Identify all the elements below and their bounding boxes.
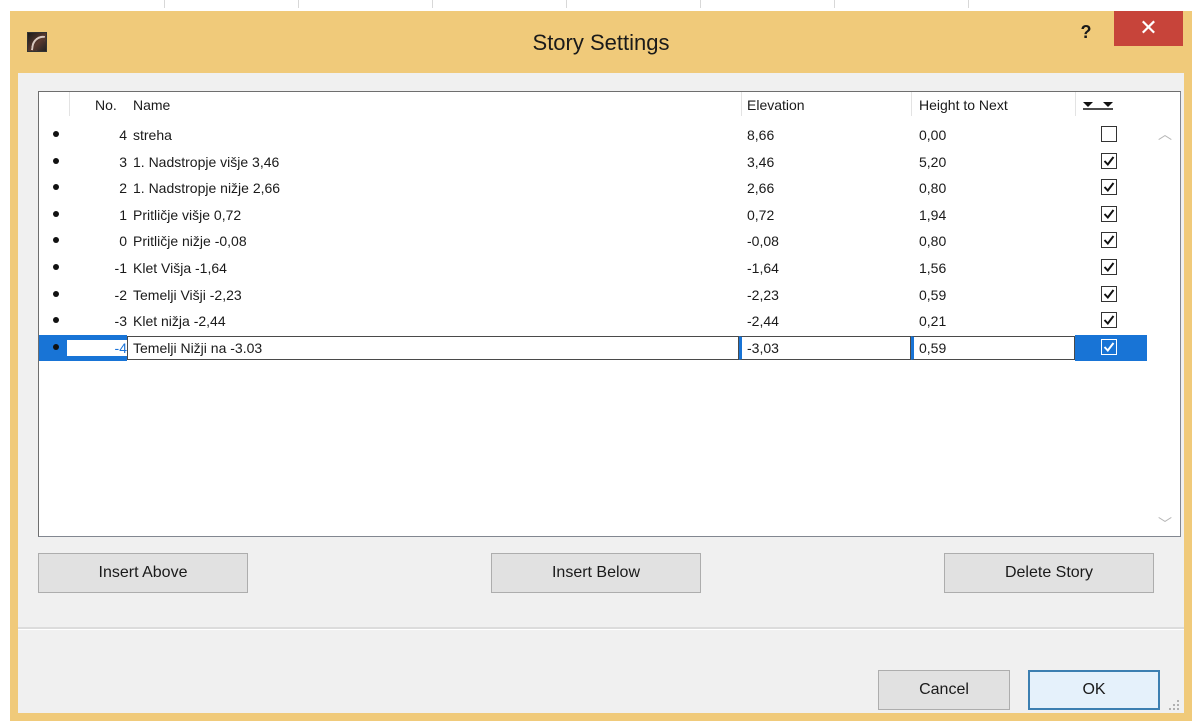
story-elevation[interactable]: -2,23 xyxy=(747,287,779,303)
table-row[interactable]: -1 Klet Višja -1,64 -1,64 1,56 xyxy=(39,255,1147,281)
story-bullet-icon xyxy=(53,264,59,270)
story-elevation[interactable]: -0,08 xyxy=(747,233,779,249)
story-number: 0 xyxy=(119,233,127,250)
table-row[interactable]: 3 1. Nadstropje višje 3,46 3,46 5,20 xyxy=(39,149,1147,175)
close-icon: ✕ xyxy=(1139,15,1158,40)
story-name[interactable]: Klet Višja -1,64 xyxy=(133,260,227,276)
story-number: 1 xyxy=(119,206,127,223)
story-table[interactable]: No. Name Elevation Height to Next 4 streh… xyxy=(38,91,1181,537)
story-height-to-next[interactable]: 0,80 xyxy=(919,233,946,249)
story-elevation[interactable]: -2,44 xyxy=(747,313,779,329)
background-tick xyxy=(164,0,165,8)
column-separator[interactable] xyxy=(911,92,912,116)
story-name[interactable]: Klet nižja -2,44 xyxy=(133,313,226,329)
story-name[interactable]: streha xyxy=(133,127,172,143)
insert-below-button[interactable]: Insert Below xyxy=(491,553,701,593)
story-name[interactable]: Pritličje višje 0,72 xyxy=(133,207,241,223)
story-number: -4 xyxy=(67,339,127,356)
show-story-checkbox[interactable] xyxy=(1101,152,1117,169)
show-all-toggle-icon[interactable] xyxy=(1081,98,1121,112)
dialog-body: No. Name Elevation Height to Next 4 streh… xyxy=(18,73,1184,713)
table-row[interactable]: 4 streha 8,66 0,00 xyxy=(39,122,1147,148)
show-story-checkbox[interactable] xyxy=(1101,232,1117,249)
header-elevation[interactable]: Elevation xyxy=(747,97,805,115)
background-tick xyxy=(700,0,701,8)
story-bullet-icon xyxy=(53,131,59,137)
story-name[interactable]: Pritličje nižje -0,08 xyxy=(133,233,247,249)
story-number: 3 xyxy=(119,153,127,170)
show-story-checkbox[interactable] xyxy=(1101,205,1117,222)
table-header: No. Name Elevation Height to Next xyxy=(39,92,1149,116)
story-height-to-next[interactable]: 0,59 xyxy=(919,287,946,303)
show-story-checkbox[interactable] xyxy=(1101,126,1117,142)
scroll-up-icon[interactable]: ︿ xyxy=(1158,124,1172,144)
story-name[interactable]: 1. Nadstropje višje 3,46 xyxy=(133,154,279,170)
show-story-checkbox[interactable] xyxy=(1101,312,1117,329)
delete-story-button[interactable]: Delete Story xyxy=(944,553,1154,593)
story-bullet-icon xyxy=(53,157,59,164)
table-row[interactable]: 2 1. Nadstropje nižje 2,66 2,66 0,80 xyxy=(39,175,1147,201)
story-number: -3 xyxy=(114,313,127,330)
column-separator[interactable] xyxy=(1075,92,1076,116)
story-elevation[interactable]: -3,03 xyxy=(747,340,779,356)
background-tick xyxy=(298,0,299,8)
story-elevation[interactable]: -1,64 xyxy=(747,260,779,276)
story-number: 2 xyxy=(119,180,127,197)
story-bullet-icon xyxy=(53,317,59,324)
story-bullet-icon xyxy=(53,290,59,297)
resize-grip-icon[interactable] xyxy=(1168,699,1180,711)
table-row[interactable]: 1 Pritličje višje 0,72 0,72 1,94 xyxy=(39,202,1147,228)
story-height-to-next[interactable]: 0,21 xyxy=(919,313,946,329)
header-name[interactable]: Name xyxy=(133,97,170,115)
ok-button[interactable]: OK xyxy=(1028,670,1160,710)
table-row[interactable]: -4 Temelji Nižji na -3.03 -3,03 0,59 xyxy=(39,334,1147,361)
header-no[interactable]: No. xyxy=(95,97,117,115)
story-bullet-icon xyxy=(53,237,59,244)
story-height-to-next[interactable]: 0,00 xyxy=(919,127,946,143)
vertical-scrollbar[interactable]: ︿ ﹀ xyxy=(1149,116,1180,536)
story-height-to-next[interactable]: 5,20 xyxy=(919,154,946,170)
footer-divider xyxy=(18,627,1184,630)
table-row[interactable]: -2 Temelji Višji -2,23 -2,23 0,59 xyxy=(39,282,1147,308)
story-bullet-icon xyxy=(53,210,59,217)
insert-above-button[interactable]: Insert Above xyxy=(38,553,248,593)
story-number: 4 xyxy=(119,127,127,143)
story-name[interactable]: 1. Nadstropje nižje 2,66 xyxy=(133,180,280,196)
story-height-to-next[interactable]: 0,59 xyxy=(919,340,946,356)
help-button[interactable]: ? xyxy=(1071,21,1101,45)
background-tick xyxy=(566,0,567,8)
show-story-checkbox[interactable] xyxy=(1101,179,1117,196)
story-height-to-next[interactable]: 0,80 xyxy=(919,180,946,196)
story-bullet-icon xyxy=(53,343,59,350)
table-row[interactable]: -3 Klet nižja -2,44 -2,44 0,21 xyxy=(39,308,1147,334)
cancel-button[interactable]: Cancel xyxy=(878,670,1010,710)
table-row[interactable]: 0 Pritličje nižje -0,08 -0,08 0,80 xyxy=(39,228,1147,254)
story-height-to-next[interactable]: 1,56 xyxy=(919,260,946,276)
show-story-checkbox[interactable] xyxy=(1101,338,1117,355)
story-elevation[interactable]: 0,72 xyxy=(747,207,774,223)
story-height-to-next[interactable]: 1,94 xyxy=(919,207,946,223)
story-elevation[interactable]: 3,46 xyxy=(747,154,774,170)
background-tick xyxy=(432,0,433,8)
story-bullet-icon xyxy=(53,184,59,191)
story-elevation[interactable]: 2,66 xyxy=(747,180,774,196)
story-number: -2 xyxy=(114,286,127,303)
show-story-checkbox[interactable] xyxy=(1101,259,1117,275)
show-story-checkbox[interactable] xyxy=(1101,285,1117,302)
window-title: Story Settings xyxy=(532,30,670,55)
close-button[interactable]: ✕ xyxy=(1114,11,1183,46)
title-bar[interactable]: Story Settings ? ✕ xyxy=(10,11,1192,73)
column-separator[interactable] xyxy=(741,92,742,116)
story-name[interactable]: Temelji Višji -2,23 xyxy=(133,287,242,303)
background-tick xyxy=(968,0,969,8)
story-name[interactable]: Temelji Nižji na -3.03 xyxy=(133,340,262,356)
column-separator xyxy=(69,92,70,116)
story-number: -1 xyxy=(114,260,127,276)
scroll-down-icon[interactable]: ﹀ xyxy=(1158,514,1172,534)
story-settings-dialog: Story Settings ? ✕ No. Name Elevation He… xyxy=(10,11,1192,721)
background-tick xyxy=(834,0,835,8)
header-height-to-next[interactable]: Height to Next xyxy=(919,97,1008,115)
story-elevation[interactable]: 8,66 xyxy=(747,127,774,143)
